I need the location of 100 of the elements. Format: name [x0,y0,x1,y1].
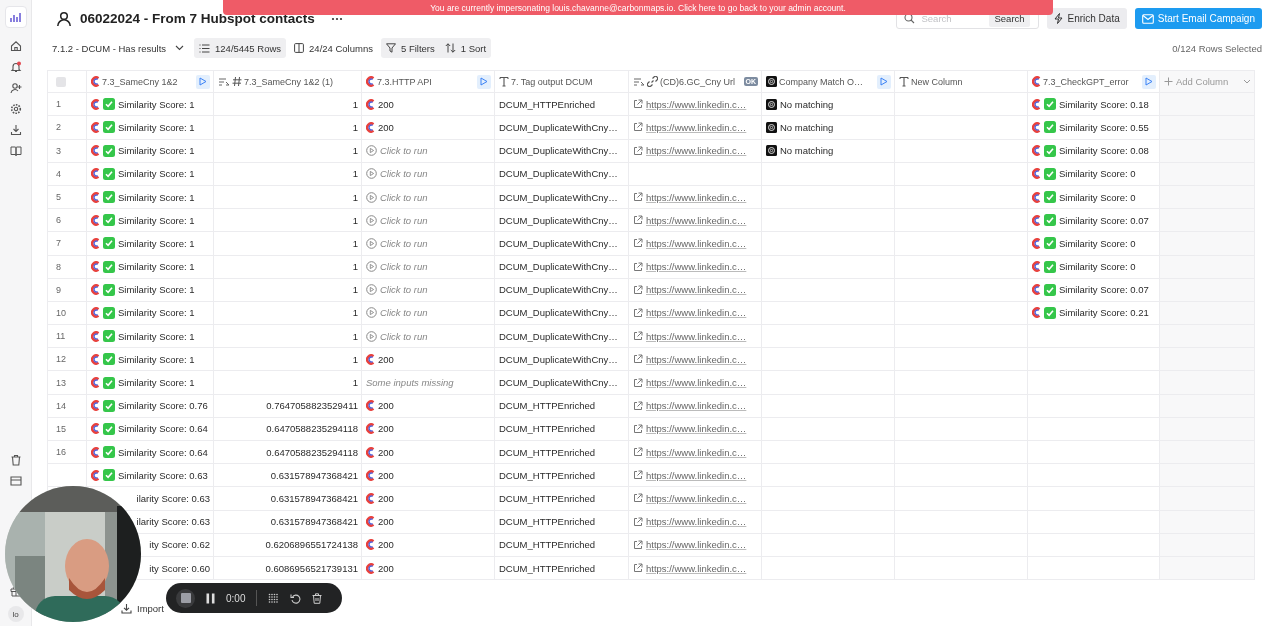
url-link[interactable]: https://www.linkedin.c… [646,261,747,273]
select-all-checkbox[interactable] [56,76,66,87]
table-icon[interactable] [9,475,22,487]
column-title: 7.3_SameCny 1&2 (1) [244,76,335,87]
pause-icon[interactable] [206,592,215,604]
checkmark-icon [103,121,115,134]
cell-text: Similarity Score: 1 [118,191,195,203]
checkmark-icon [1044,167,1056,180]
url-link[interactable]: https://www.linkedin.c… [646,330,747,342]
external-link-icon [633,284,643,295]
column-header[interactable]: 7. Tag output DCUM [495,70,629,93]
run-link[interactable]: Click to run [380,191,428,203]
url-link[interactable]: https://www.linkedin.c… [646,353,747,365]
column-header[interactable]: 7.3.HTTP API [362,70,495,93]
run-button[interactable] [477,74,491,89]
run-button[interactable] [196,74,210,89]
url-link[interactable]: https://www.linkedin.c… [646,492,747,504]
toolbar-chip[interactable]: 5 Filters [380,38,440,58]
run-link[interactable]: Click to run [380,145,428,157]
table-cell: 0.6206896551724138 [214,533,362,557]
url-link[interactable]: https://www.linkedin.c… [646,121,747,133]
c-logo-icon [1032,121,1041,133]
row-number: 16 [47,441,87,465]
url-link[interactable]: https://www.linkedin.c… [646,284,747,296]
cell-text: Similarity Score: 0.64 [118,423,208,435]
run-button[interactable] [877,74,891,89]
url-link[interactable]: https://www.linkedin.c… [646,562,747,574]
run-link[interactable]: Click to run [380,168,428,180]
c-logo-icon [91,98,100,110]
undo-icon[interactable] [290,592,302,604]
url-link[interactable]: https://www.linkedin.c… [646,539,747,551]
url-link[interactable]: https://www.linkedin.c… [646,446,747,458]
c-logo-icon [91,145,100,157]
download-icon[interactable] [9,124,22,136]
app-logo[interactable] [4,6,27,28]
column-header[interactable]: New Column [895,70,1028,93]
url-link[interactable]: https://www.linkedin.c… [646,237,747,249]
table-cell: Some inputs missing [362,371,495,395]
table-cell: DCUM_HTTPEnriched [495,417,629,441]
run-link[interactable]: Click to run [380,214,428,226]
c-logo-icon [91,469,100,481]
c-logo-icon [366,121,375,133]
run-link[interactable]: Click to run [380,284,428,296]
toolbar-chip[interactable]: 24/24 Columns [289,38,378,58]
run-button[interactable] [1142,74,1156,89]
url-link[interactable]: https://www.linkedin.c… [646,98,747,110]
c-logo-icon [366,446,375,458]
cell-text: Similarity Score: 1 [118,261,195,273]
import-button[interactable]: Import [118,601,167,617]
column-header[interactable]: 7.3_CheckGPT_error [1028,70,1160,93]
c-logo-icon [366,562,375,574]
run-link[interactable]: Click to run [380,330,428,342]
play-circle-icon [366,307,377,319]
settings-icon[interactable] [9,103,22,115]
c-logo-icon [366,353,375,365]
url-link[interactable]: https://www.linkedin.c… [646,214,747,226]
impersonation-toast[interactable]: You are currently impersonating louis.chavanne@carbonmaps.io. Click here to go back to your admin account. [223,0,1053,15]
cell-text: No matching [780,145,834,157]
cell-text: Similarity Score: 1 [118,353,195,365]
url-link[interactable]: https://www.linkedin.c… [646,400,747,412]
user-icon [56,10,72,27]
stop-button[interactable] [176,588,195,608]
checkmark-icon [1044,260,1056,273]
run-link[interactable]: Click to run [380,261,428,273]
url-link[interactable]: https://www.linkedin.c… [646,377,747,389]
toolbar-chip[interactable]: 124/5445 Rows [194,38,287,58]
column-title: (CD)6.GC_Cny Url [660,76,736,87]
column-header[interactable]: Company Match O… [762,70,895,93]
run-link[interactable]: Click to run [380,237,428,249]
dots-grid-icon[interactable] [268,592,280,604]
checkmark-icon [103,422,115,435]
table-cell: DCUM_HTTPEnriched [495,487,629,511]
run-link[interactable]: Click to run [380,307,428,319]
url-link[interactable]: https://www.linkedin.c… [646,516,747,528]
external-link-icon [633,516,643,527]
cell-text: Similarity Score: 0 [1059,191,1136,203]
checkmark-icon [103,167,115,180]
table-cell: 1 [214,371,362,395]
column-header[interactable]: 7.3_SameCny 1&2 (1) [214,70,362,93]
toolbar-chip[interactable]: 1 Sort [439,38,492,58]
add-user-icon[interactable] [9,82,22,94]
table-cell: DCUM_DuplicateWithCny… [495,325,629,349]
cell-text: Similarity Score: 1 [118,145,195,157]
lines-arrow-icon [633,76,645,87]
user-avatar[interactable]: lo [7,606,24,622]
url-link[interactable]: https://www.linkedin.c… [646,307,747,319]
book-icon[interactable] [9,145,22,157]
cell-text: Similarity Score: 0.64 [118,446,208,458]
url-link[interactable]: https://www.linkedin.c… [646,191,747,203]
url-link[interactable]: https://www.linkedin.c… [646,145,747,157]
bell-icon[interactable] [9,61,22,73]
enrich-button[interactable]: Enrich Data [1047,8,1127,29]
view-dropdown[interactable]: 7.1.2 - DCUM - Has results [49,38,191,58]
external-link-icon [633,423,643,434]
trash-icon[interactable] [9,454,22,466]
url-link[interactable]: https://www.linkedin.c… [646,469,747,481]
url-link[interactable]: https://www.linkedin.c… [646,423,747,435]
table-cell: DCUM_HTTPEnriched [495,533,629,557]
home-icon[interactable] [9,40,22,52]
column-header[interactable]: 7.3_SameCny 1&2 [87,70,214,93]
